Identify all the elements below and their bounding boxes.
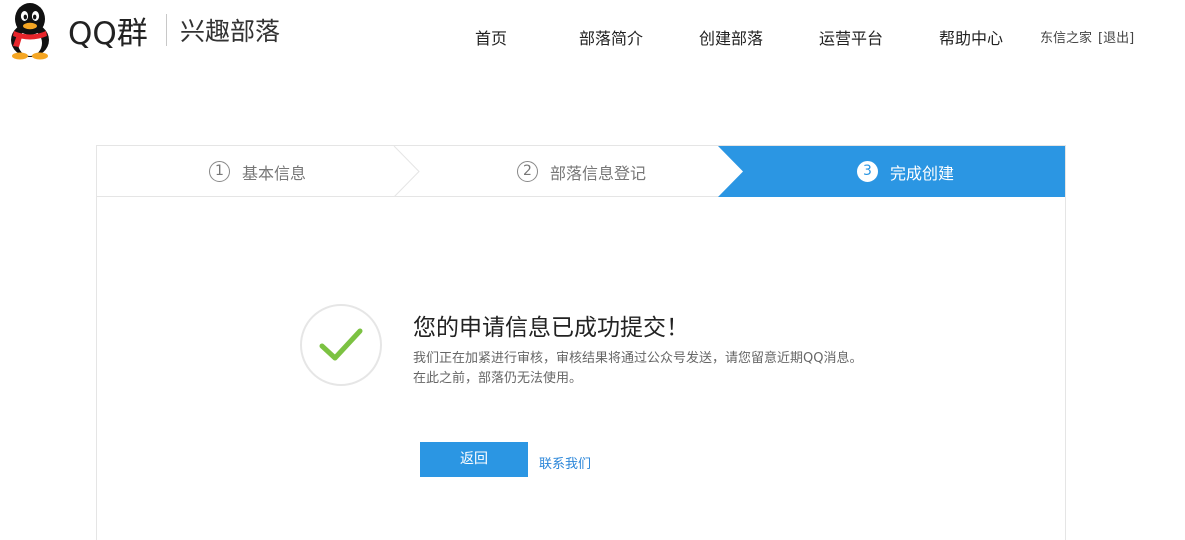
create-panel: 1 基本信息 2 部落信息登记 3 完成创建 您的申请信息已成功提交！ 我们正在… xyxy=(96,145,1066,540)
description-line: 我们正在加紧进行审核，审核结果将通过公众号发送，请您留意近期QQ消息。 xyxy=(413,351,863,366)
success-title: 您的申请信息已成功提交！ xyxy=(413,315,689,341)
nav-item-create[interactable]: 创建部落 xyxy=(699,25,763,49)
user-area: 东信之家 [退出] xyxy=(1040,27,1134,46)
step-basic-info: 1 基本信息 xyxy=(209,146,306,197)
step-tribe-registration: 2 部落信息登记 xyxy=(517,146,646,197)
brand-title[interactable]: QQ群 xyxy=(68,8,148,53)
user-name[interactable]: 东信之家 xyxy=(1040,31,1092,46)
nav-item-ops-platform[interactable]: 运营平台 xyxy=(819,25,883,49)
step-number: 2 xyxy=(517,161,538,182)
step-number: 1 xyxy=(209,161,230,182)
checkmark-icon xyxy=(319,328,363,361)
back-button[interactable]: 返回 xyxy=(420,442,528,477)
brand-subtitle: 兴趣部落 xyxy=(180,17,281,46)
step-label: 完成创建 xyxy=(890,163,955,183)
qq-penguin-logo-icon[interactable] xyxy=(4,2,56,60)
step-label: 部落信息登记 xyxy=(550,163,647,183)
step-complete: 3 完成创建 xyxy=(857,146,954,197)
logout-link[interactable]: [退出] xyxy=(1098,31,1134,46)
description-line: 在此之前，部落仍无法使用。 xyxy=(413,371,583,386)
step-number: 3 xyxy=(857,161,878,182)
success-badge xyxy=(300,304,382,386)
contact-us-link[interactable]: 联系我们 xyxy=(539,453,591,472)
step-indicator: 1 基本信息 2 部落信息登记 3 完成创建 xyxy=(97,146,1065,197)
step-label: 基本信息 xyxy=(242,163,307,183)
nav-item-help[interactable]: 帮助中心 xyxy=(939,25,1003,49)
nav-item-home[interactable]: 首页 xyxy=(475,25,507,49)
success-description: 我们正在加紧进行审核，审核结果将通过公众号发送，请您留意近期QQ消息。 在此之前… xyxy=(413,349,883,389)
brand-divider xyxy=(166,14,167,46)
nav-item-about[interactable]: 部落简介 xyxy=(579,25,643,49)
header: QQ群 兴趣部落 首页 部落简介 创建部落 运营平台 帮助中心 东信之家 [退出] xyxy=(0,0,1185,72)
